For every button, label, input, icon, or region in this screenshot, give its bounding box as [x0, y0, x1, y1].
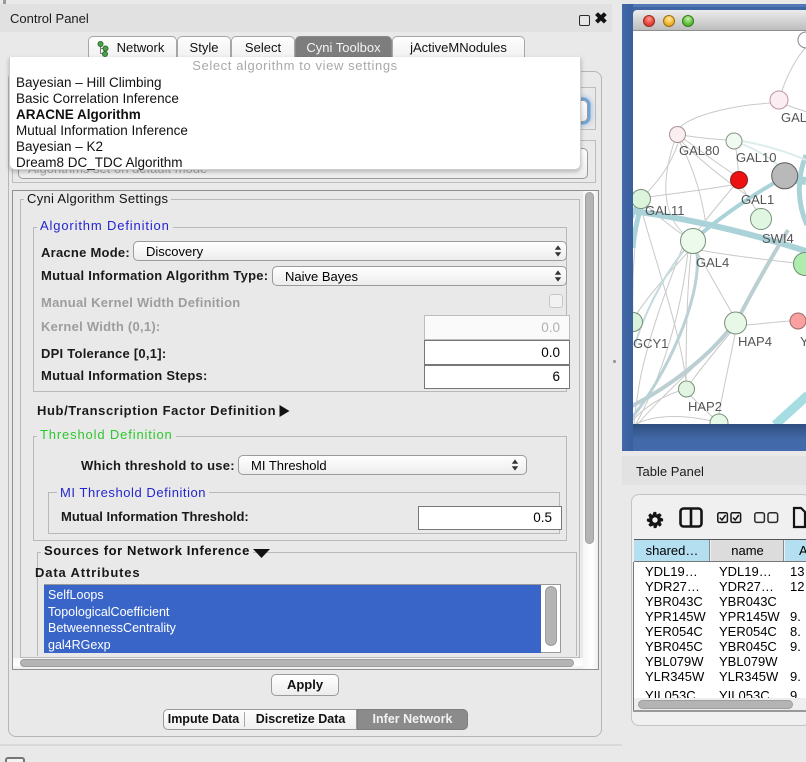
svg-text:Y: Y [800, 334, 806, 349]
svg-text:HAP2: HAP2 [688, 399, 722, 414]
svg-text:GAL10: GAL10 [736, 150, 776, 165]
svg-text:GAL11: GAL11 [645, 203, 685, 218]
svg-text:HAP4: HAP4 [738, 334, 772, 349]
svg-text:GAL: GAL [781, 110, 806, 125]
svg-text:GAL4: GAL4 [696, 255, 729, 270]
svg-text:GAL80: GAL80 [679, 143, 719, 158]
svg-text:GAL1: GAL1 [741, 192, 774, 207]
svg-text:GCY1: GCY1 [633, 336, 668, 351]
svg-text:SWI4: SWI4 [762, 231, 794, 246]
